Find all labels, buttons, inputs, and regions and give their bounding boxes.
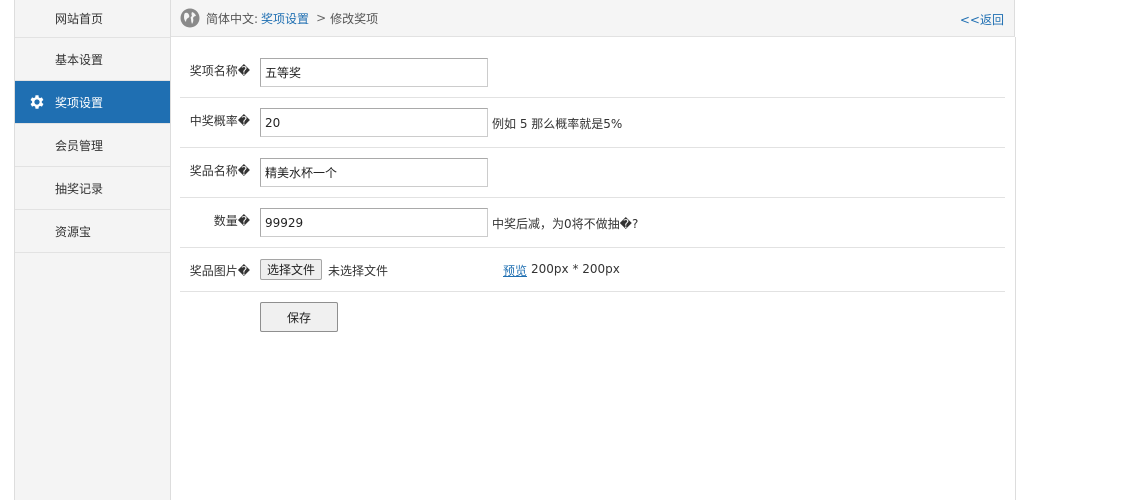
probability-input[interactable] bbox=[260, 108, 488, 137]
gift-name-label: 奖品名称� bbox=[189, 164, 250, 178]
quantity-input[interactable] bbox=[260, 208, 488, 237]
sidebar-item-members[interactable]: 会员管理 bbox=[15, 124, 170, 167]
prize-image-label: 奖品图片� bbox=[189, 264, 250, 278]
sidebar-item-label: 抽奖记录 bbox=[55, 181, 104, 196]
language-label: 简体中文: bbox=[206, 11, 259, 26]
choose-file-button[interactable]: 选择文件 bbox=[260, 259, 323, 280]
save-button[interactable]: 保存 bbox=[260, 302, 338, 332]
form-row-probability: 中奖概率� 例如 5 那么概率就是5% bbox=[180, 98, 1005, 148]
sidebar-item-basic-settings[interactable]: 基本设置 bbox=[15, 38, 170, 81]
sidebar-item-home[interactable]: 网站首页 bbox=[15, 0, 170, 38]
sidebar-item-prize-settings[interactable]: 奖项设置 bbox=[15, 81, 170, 124]
sidebar-item-label: 奖项设置 bbox=[55, 95, 104, 110]
edit-prize-form: 奖项名称� 中奖概率� 例如 5 那么概率就是5% 奖品名称� 数量� 中奖后减… bbox=[180, 48, 1005, 292]
prize-name-label: 奖项名称� bbox=[189, 64, 250, 78]
form-row-quantity: 数量� 中奖后减，为0将不做抽�? bbox=[180, 198, 1005, 248]
breadcrumb-link-prize-settings[interactable]: 奖项设置 bbox=[261, 10, 309, 27]
form-row-gift-name: 奖品名称� bbox=[180, 148, 1005, 198]
sidebar-item-draw-records[interactable]: 抽奖记录 bbox=[15, 167, 170, 210]
breadcrumb-separator: > bbox=[316, 11, 327, 25]
sidebar-item-label: 基本设置 bbox=[55, 52, 104, 67]
back-link[interactable]: <<返回 bbox=[960, 11, 1004, 28]
sidebar-item-label: 资源宝 bbox=[55, 224, 92, 239]
content-border bbox=[1015, 37, 1016, 500]
quantity-hint: 中奖后减，为0将不做抽�? bbox=[492, 217, 639, 231]
breadcrumb-current: 修改奖项 bbox=[330, 11, 379, 26]
prize-name-input[interactable] bbox=[260, 58, 488, 87]
gear-icon bbox=[28, 93, 46, 111]
form-row-prize-name: 奖项名称� bbox=[180, 48, 1005, 98]
sidebar: 网站首页 基本设置 奖项设置 会员管理 抽奖记录 资源宝 bbox=[14, 0, 171, 500]
breadcrumb: 简体中文: 奖项设置 > 修改奖项 bbox=[206, 10, 378, 27]
probability-hint: 例如 5 那么概率就是5% bbox=[492, 117, 623, 131]
preview-link[interactable]: 预览 bbox=[503, 262, 527, 279]
gift-name-input[interactable] bbox=[260, 158, 488, 187]
file-status: 未选择文件 bbox=[328, 264, 389, 278]
probability-label: 中奖概率� bbox=[189, 114, 250, 128]
quantity-label: 数量� bbox=[213, 214, 250, 228]
sidebar-item-resources[interactable]: 资源宝 bbox=[15, 210, 170, 253]
form-row-prize-image: 奖品图片� 选择文件 未选择文件 预览 200px * 200px bbox=[180, 248, 1005, 292]
sidebar-item-label: 会员管理 bbox=[55, 138, 104, 153]
topbar: 简体中文: 奖项设置 > 修改奖项 <<返回 bbox=[171, 0, 1015, 37]
globe-icon bbox=[180, 8, 200, 28]
sidebar-item-label: 网站首页 bbox=[55, 12, 104, 26]
image-size-hint: 200px * 200px bbox=[531, 262, 620, 276]
